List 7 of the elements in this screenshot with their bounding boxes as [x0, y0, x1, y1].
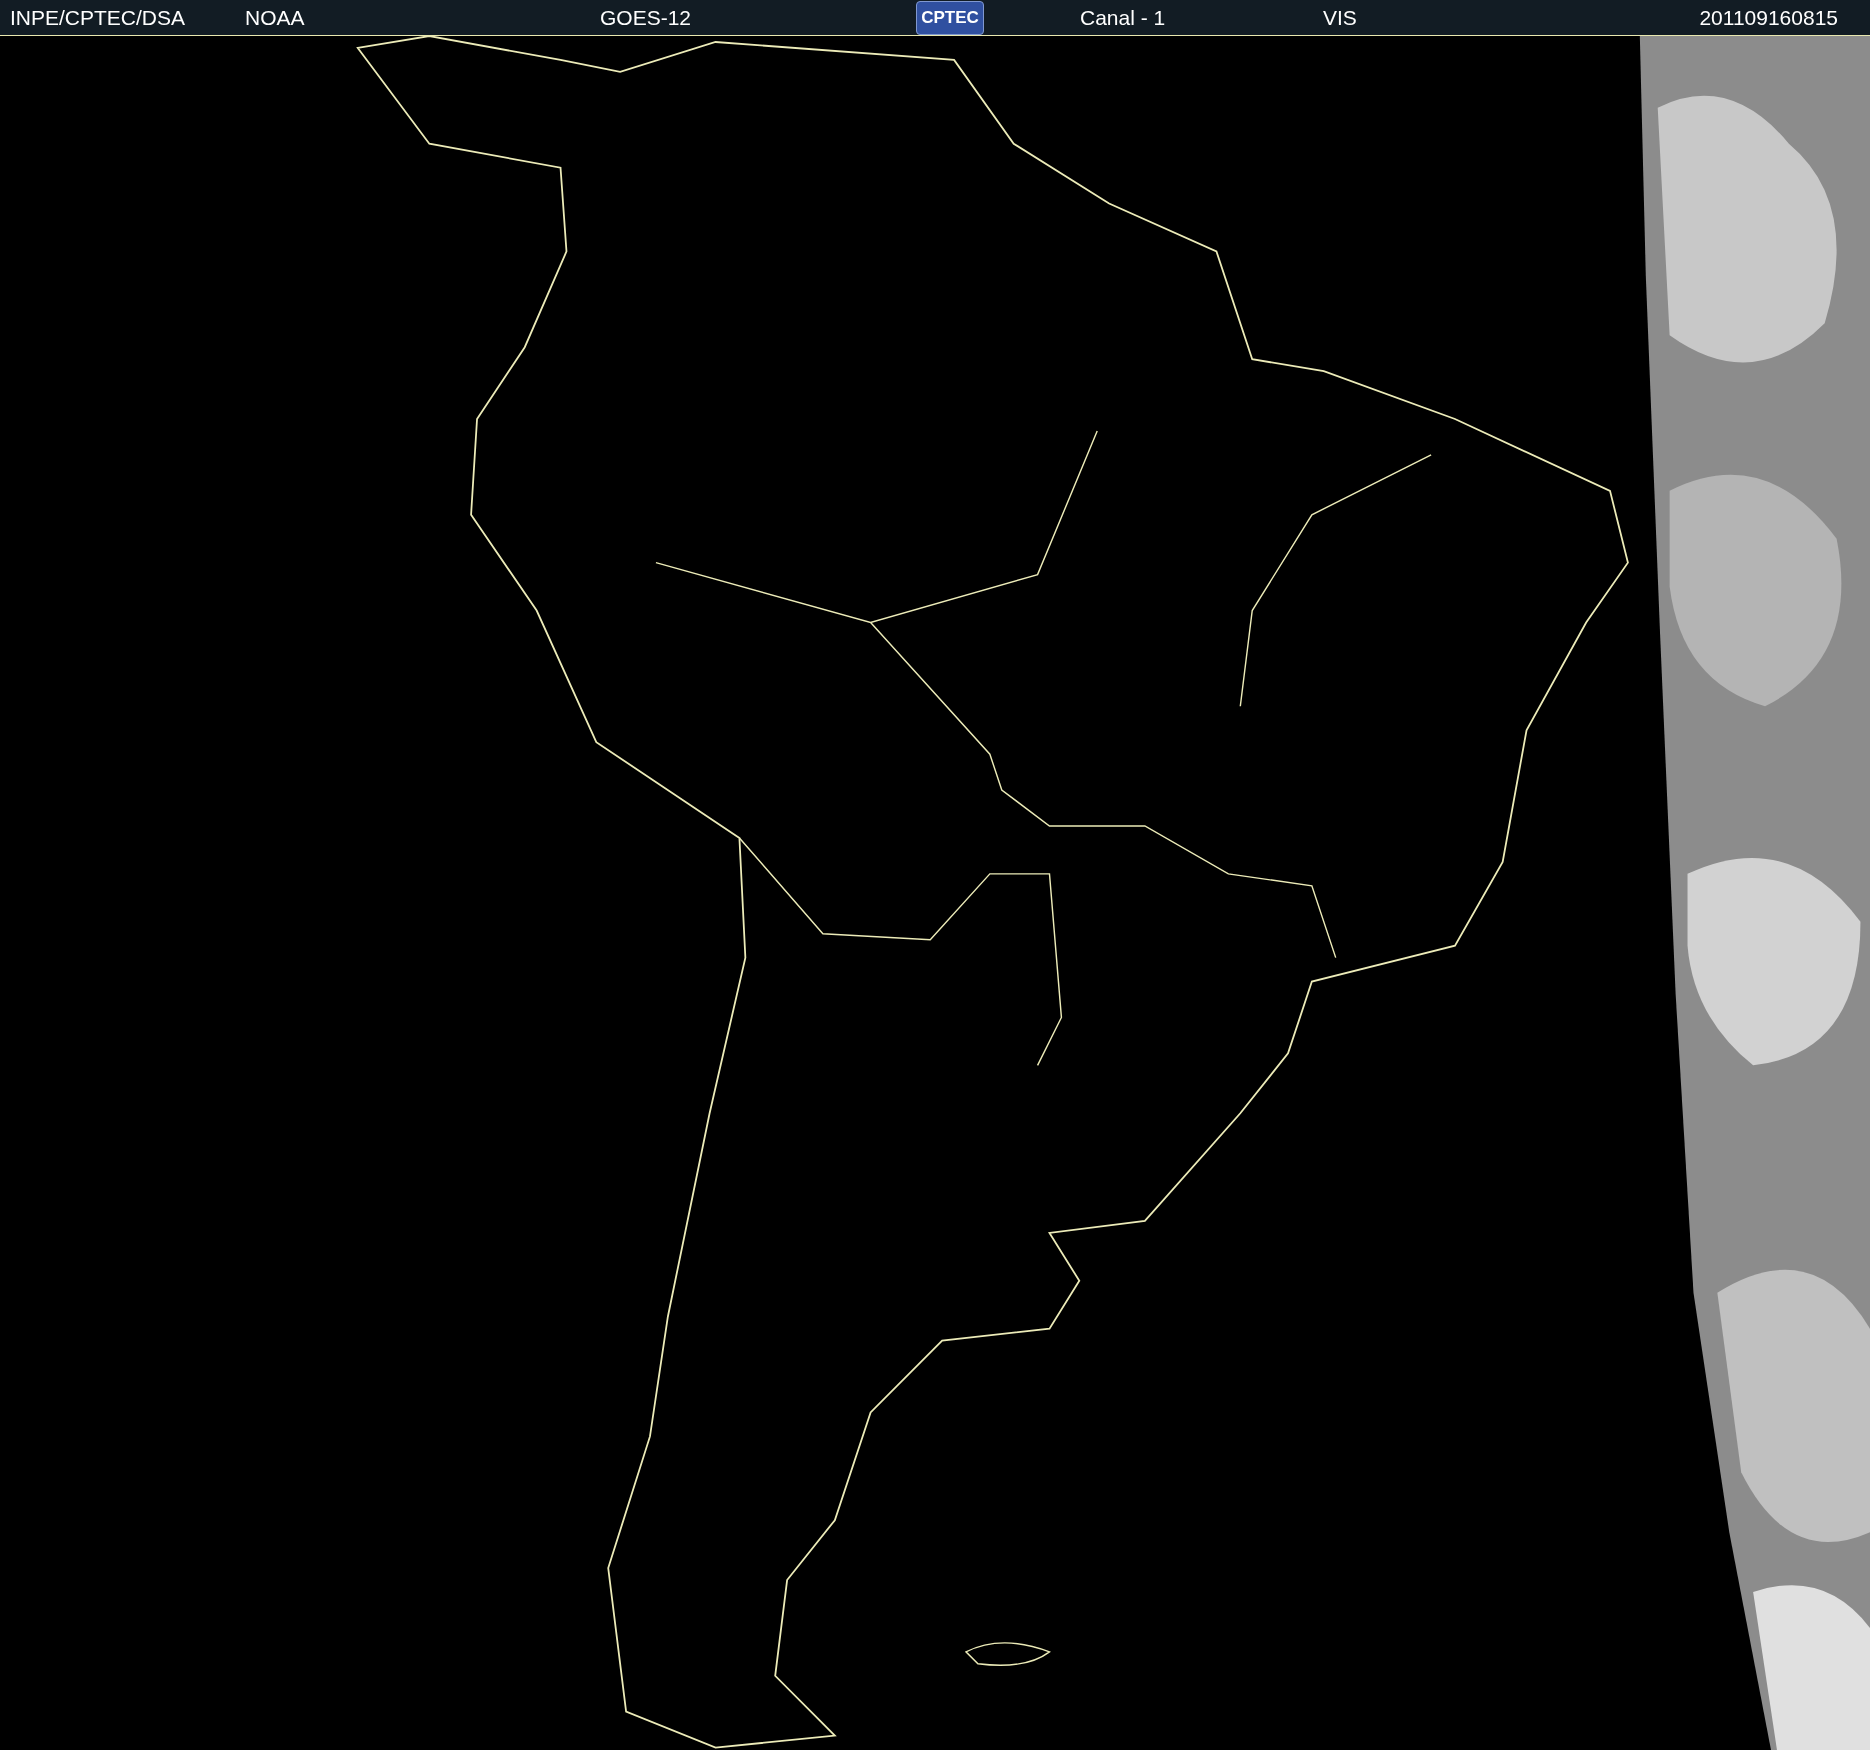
- source-label: INPE/CPTEC/DSA: [10, 4, 187, 31]
- channel-label: Canal - 1: [1080, 4, 1167, 31]
- timestamp-label: 201109160815: [1699, 4, 1838, 31]
- agency-label: NOAA: [245, 4, 306, 31]
- band-label: VIS: [1323, 4, 1358, 31]
- logo: CPTEC: [916, 0, 984, 35]
- satellite-label: GOES-12: [600, 4, 693, 31]
